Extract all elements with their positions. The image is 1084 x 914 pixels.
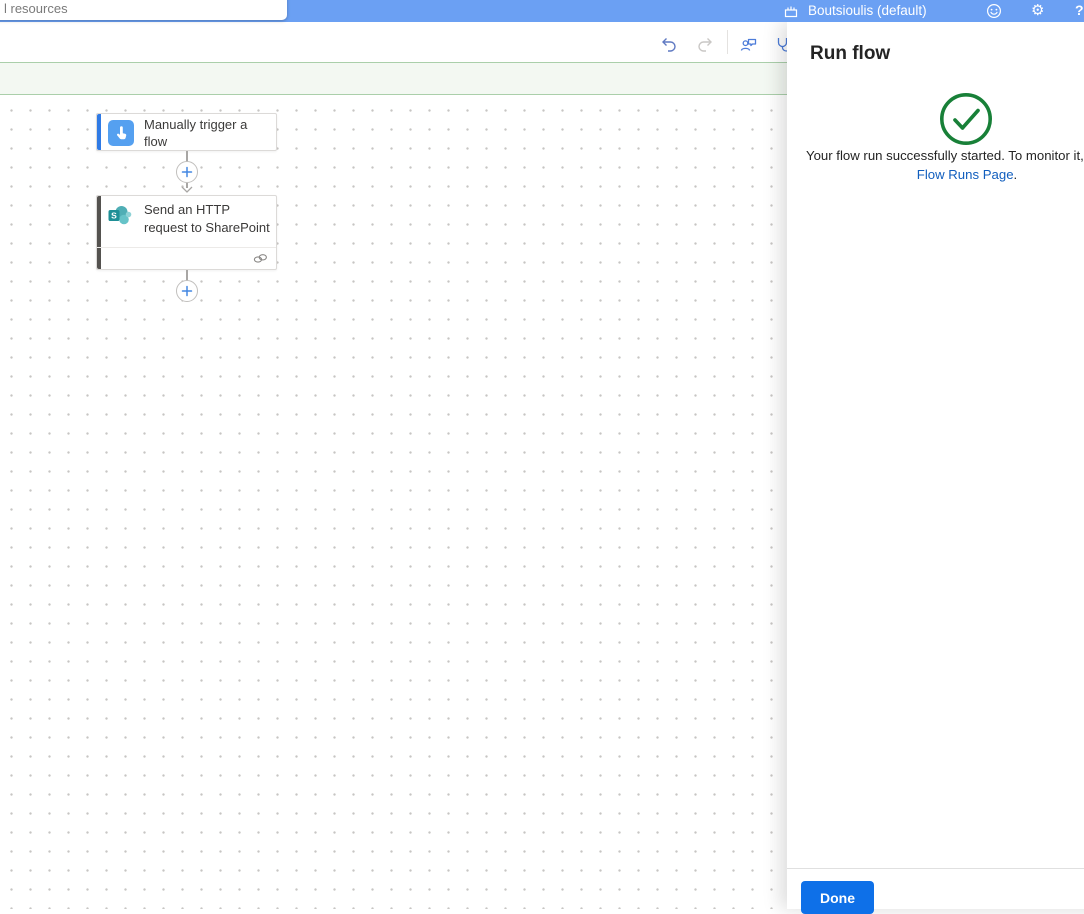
search-input[interactable]: l resources	[0, 0, 287, 20]
trigger-title: Manually trigger a flow	[144, 117, 248, 149]
node-manual-trigger[interactable]: Manually trigger a flow	[96, 113, 277, 151]
person-callout-icon	[740, 38, 756, 51]
add-step-button[interactable]	[176, 280, 198, 302]
feedback-smiley-icon[interactable]	[986, 3, 1002, 19]
run-flow-panel: Run flow Your flow run successfully star…	[787, 22, 1084, 914]
manual-trigger-icon	[108, 120, 134, 146]
action-title: Send an HTTP request to SharePoint	[144, 202, 270, 235]
top-navigation-bar: l resources Boutsioulis (default) ⚙ ?	[0, 0, 1084, 22]
flow-runs-page-link[interactable]: Flow Runs Page	[917, 167, 1014, 182]
undo-icon	[662, 38, 676, 52]
sharepoint-icon-letter: S	[111, 211, 117, 221]
help-icon[interactable]: ?	[1075, 2, 1084, 18]
connection-link-icon[interactable]	[253, 251, 268, 266]
panel-footer-divider	[787, 868, 1084, 869]
environment-icon	[784, 6, 798, 18]
environment-selector[interactable]: Boutsioulis (default)	[808, 3, 927, 18]
panel-title: Run flow	[810, 43, 891, 64]
status-banner	[0, 62, 787, 95]
success-check-icon	[939, 92, 993, 146]
toolbar-divider	[727, 30, 728, 54]
link-suffix: .	[1013, 167, 1018, 182]
arrowhead-down-icon	[181, 186, 193, 193]
settings-gear-icon[interactable]: ⚙	[1031, 1, 1044, 19]
undo-button[interactable]	[659, 34, 679, 54]
trigger-accent-bar	[97, 114, 101, 150]
designer-toolbar	[0, 22, 792, 62]
redo-button[interactable]	[695, 34, 715, 54]
insert-step-button[interactable]	[176, 161, 198, 183]
done-button[interactable]: Done	[801, 881, 874, 914]
collaborate-button[interactable]	[738, 34, 758, 54]
sharepoint-icon: S	[108, 206, 132, 225]
success-message: Your flow run successfully started. To m…	[806, 148, 1084, 163]
plus-icon	[181, 285, 193, 297]
node-sharepoint-action[interactable]: S Send an HTTP request to SharePoint	[96, 195, 277, 270]
success-message-link-line: Flow Runs Page.	[787, 167, 1084, 182]
tap-hand-icon	[116, 126, 127, 140]
flow-designer-canvas[interactable]: Manually trigger a flow S Send an HTTP r…	[0, 95, 787, 909]
plus-icon	[181, 166, 193, 178]
redo-icon	[698, 38, 712, 52]
action-footer	[97, 247, 276, 269]
